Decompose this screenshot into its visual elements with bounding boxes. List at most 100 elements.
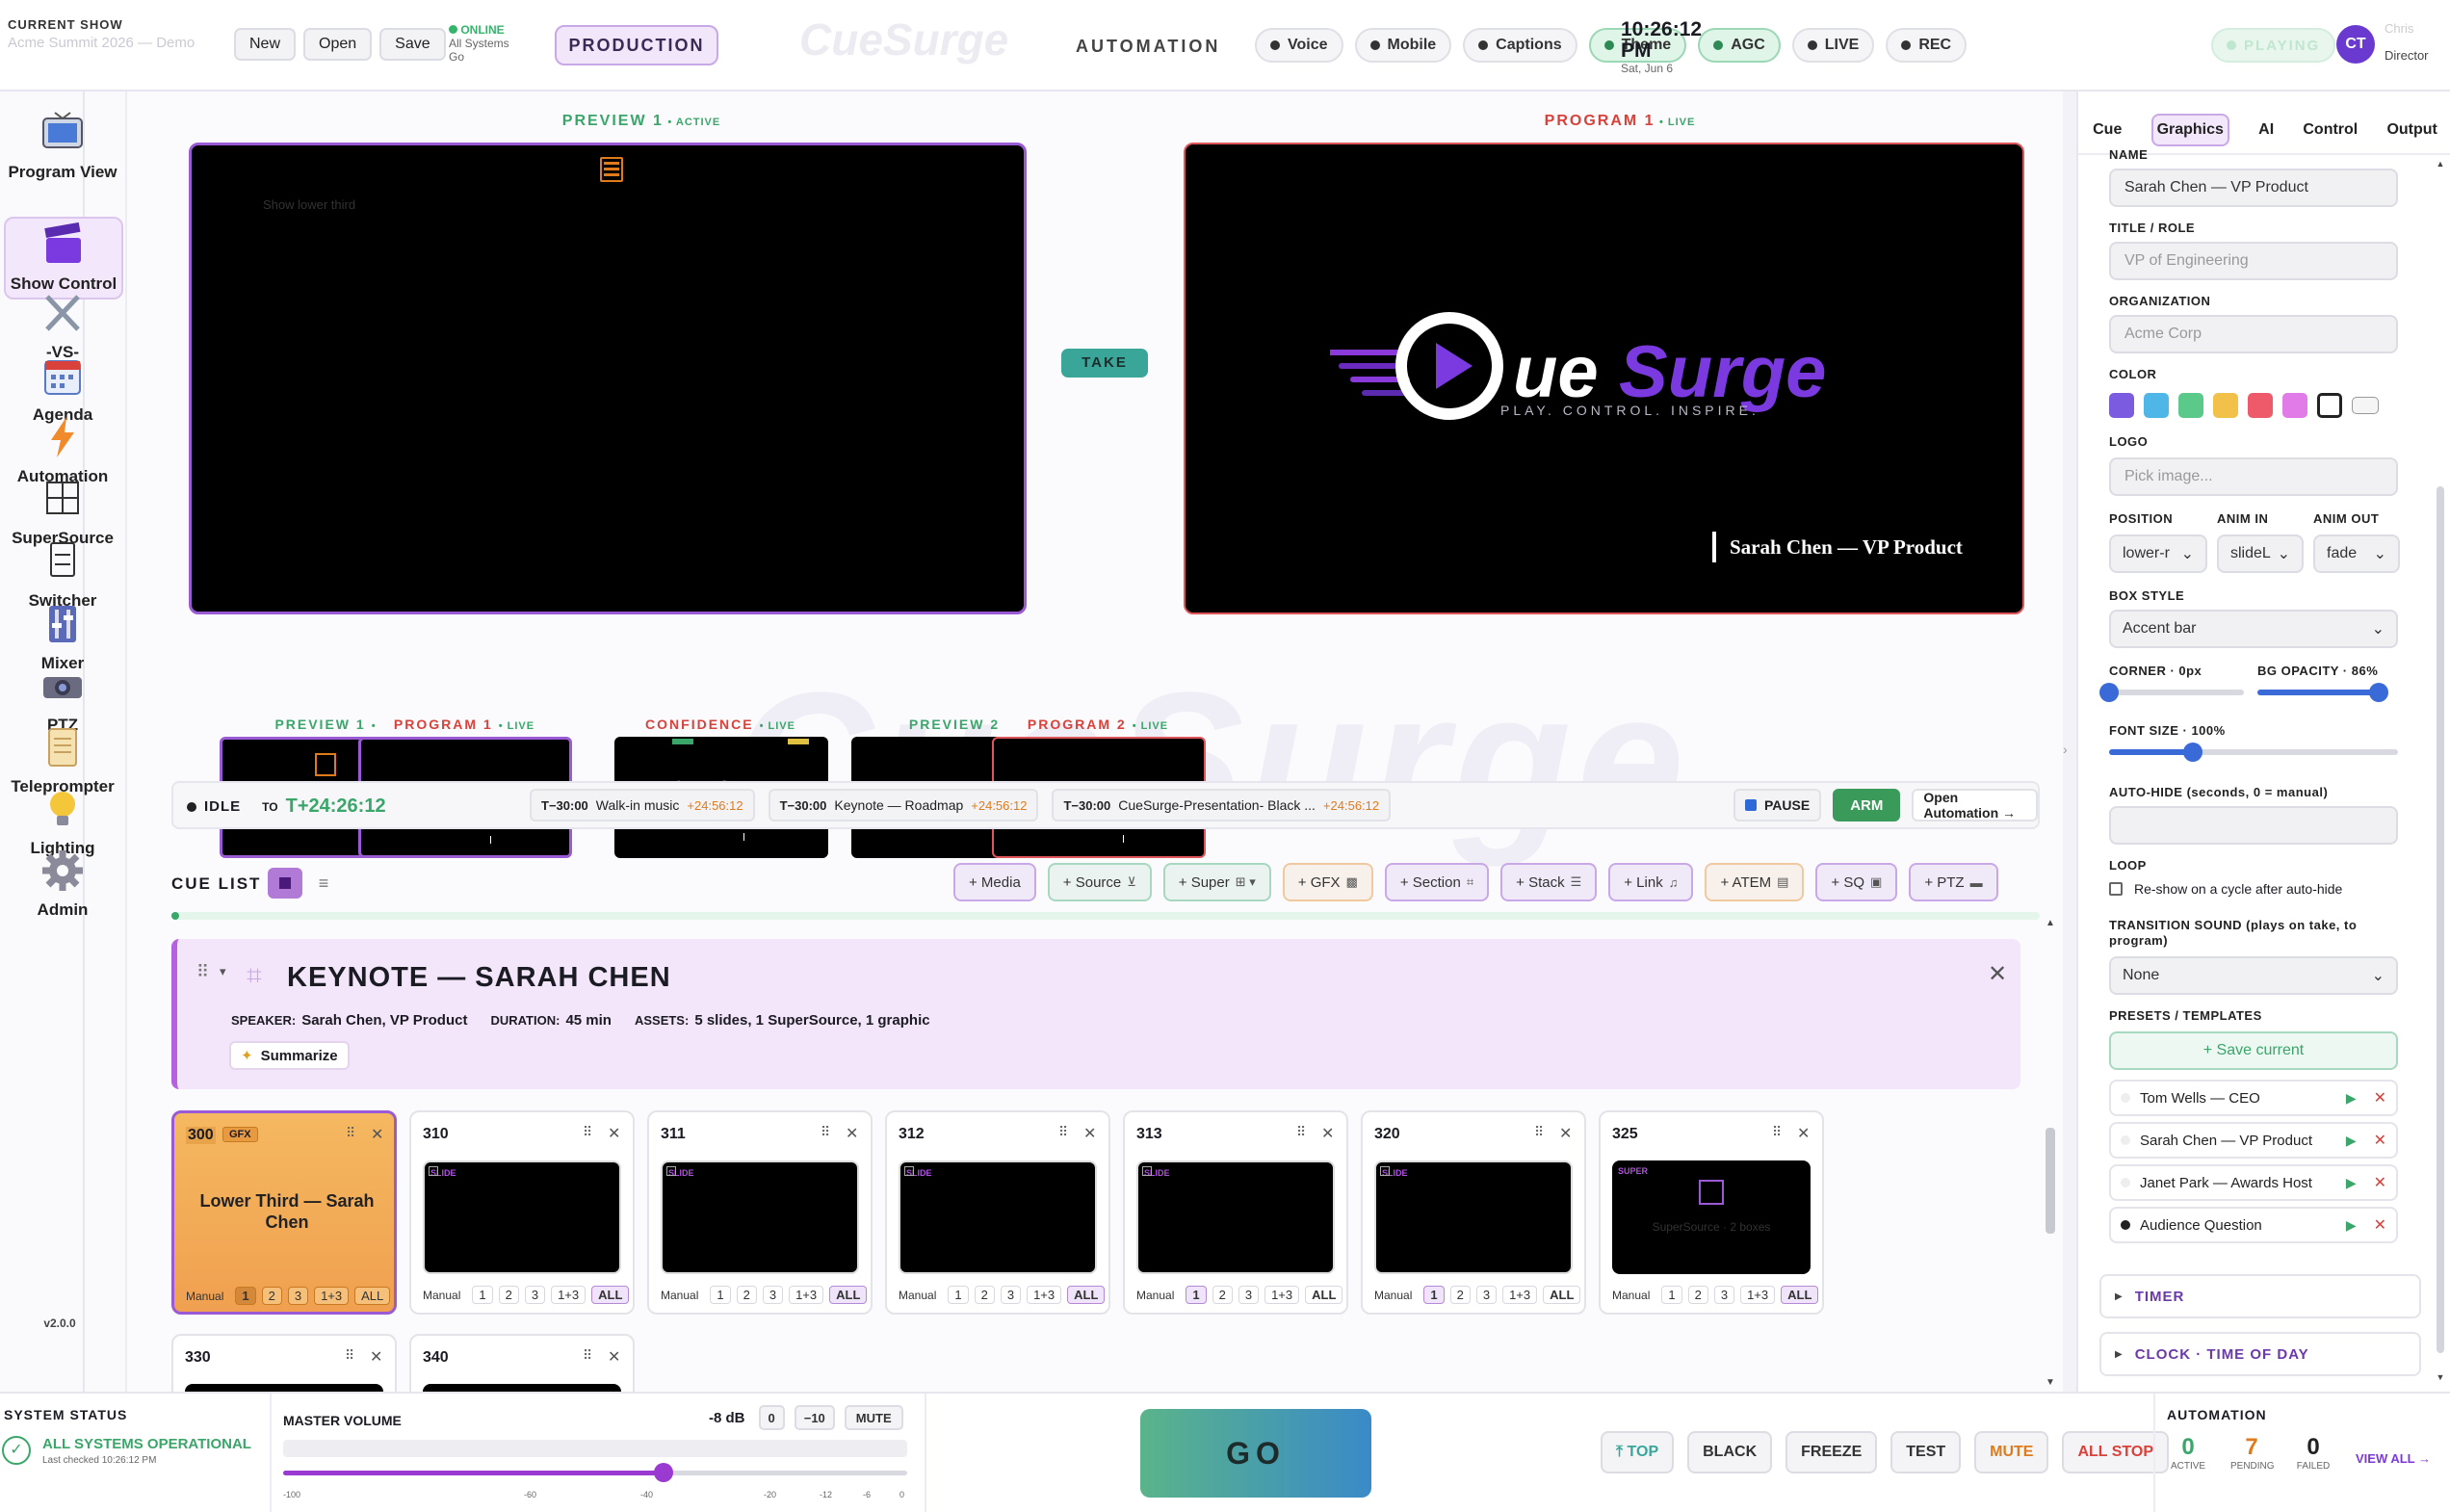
cue-card[interactable]: 325 ⠿ ✕ SUPER SuperSource · 2 boxes Manual 1 2 3… (1599, 1110, 1824, 1315)
add-gfx-button[interactable]: + GFX ▩ (1282, 863, 1373, 901)
add-ptz-button[interactable]: + PTZ ▬ (1909, 863, 1998, 901)
toggle-pill-1[interactable]: Mobile (1354, 28, 1452, 63)
delete-icon[interactable]: ✕ (2374, 1088, 2386, 1108)
opacity-slider-knob[interactable] (2369, 683, 2388, 702)
add-super-button[interactable]: + Super ⊞ ▾ (1162, 863, 1271, 901)
loop-checkbox[interactable] (2109, 882, 2123, 896)
preset-item[interactable]: Janet Park — Awards Host ▶ ✕ (2109, 1164, 2398, 1201)
drag-handle-icon[interactable]: ⠿ (583, 1124, 592, 1140)
scroll-up-icon[interactable]: ▲ (2044, 918, 2057, 928)
preset-item[interactable]: Sarah Chen — VP Product ▶ ✕ (2109, 1122, 2398, 1159)
cue-target-button[interactable]: 3 (1000, 1286, 1022, 1304)
cue-close-icon[interactable]: ✕ (608, 1347, 620, 1367)
font-size-slider-knob[interactable] (2183, 743, 2202, 762)
color-swatch[interactable] (2109, 393, 2134, 418)
add-source-button[interactable]: + Source ⊻ (1047, 863, 1152, 901)
program-monitor[interactable]: ue Surge PLAY. CONTROL. INSPIRE. Sarah C… (1184, 143, 2024, 614)
cue-mode-label[interactable]: Manual (1136, 1289, 1174, 1302)
cue-target-button[interactable]: ALL (1543, 1286, 1581, 1304)
font-size-slider[interactable] (2109, 743, 2398, 762)
scroll-down-icon[interactable]: ▼ (2044, 1377, 2057, 1388)
grid-view-button[interactable] (268, 868, 302, 899)
cue-target-button[interactable]: ALL (1067, 1286, 1106, 1304)
cue-target-button[interactable]: ALL (591, 1286, 630, 1304)
preset-item[interactable]: Tom Wells — CEO ▶ ✕ (2109, 1080, 2398, 1116)
autohide-input[interactable] (2109, 806, 2398, 845)
volume-zero-button[interactable]: 0 (758, 1405, 785, 1430)
sidebar-item-admin[interactable]: Admin (0, 848, 125, 920)
cue-target-button[interactable]: 1+3 (1502, 1286, 1538, 1304)
tab-graphics[interactable]: Graphics (2150, 114, 2229, 146)
master-mute-button[interactable]: MUTE (844, 1405, 903, 1430)
expand-right-icon[interactable]: › (2063, 742, 2068, 757)
color-swatch[interactable] (2144, 393, 2169, 418)
cue-target-button[interactable]: 2 (261, 1287, 282, 1305)
play-icon[interactable]: ▶ (2346, 1090, 2357, 1107)
tab-ai[interactable]: AI (2258, 121, 2274, 139)
show-name[interactable]: Acme Summit 2026 — Demo (8, 35, 200, 52)
new-button[interactable]: New (234, 28, 297, 61)
logo-picker[interactable]: Pick image... (2109, 457, 2398, 496)
cue-close-icon[interactable]: ✕ (1321, 1124, 1334, 1143)
cue-card[interactable]: 313 ⠿ ✕ SLIDE Manual 1 2 3 1+3 ALL (1123, 1110, 1348, 1315)
view-all-link[interactable]: VIEW ALL → (2356, 1451, 2431, 1466)
cue-target-button[interactable]: 1+3 (551, 1286, 586, 1304)
cue-mode-label[interactable]: Manual (899, 1289, 936, 1302)
anim-in-select[interactable]: slideL ⌄ (2217, 534, 2304, 573)
cue-close-icon[interactable]: ✕ (1559, 1124, 1572, 1143)
cue-card[interactable]: 300 GFX ⠿ ✕ Lower Third — Sarah Chen Manual 1 2… (171, 1110, 397, 1315)
delete-icon[interactable]: ✕ (2374, 1173, 2386, 1192)
anim-out-select[interactable]: fade ⌄ (2313, 534, 2400, 573)
cue-close-icon[interactable]: ✕ (846, 1124, 858, 1143)
add-section-button[interactable]: + Section ⌗ (1384, 863, 1490, 901)
cue-target-button[interactable]: ALL (1305, 1286, 1343, 1304)
cue-target-button[interactable]: 1+3 (1740, 1286, 1776, 1304)
cue-target-button[interactable]: 1 (472, 1286, 493, 1304)
toggle-pill-0[interactable]: Voice (1255, 28, 1343, 63)
cue-target-button[interactable]: 1 (235, 1287, 256, 1305)
cue-mode-label[interactable]: Manual (1612, 1289, 1650, 1302)
cue-scrollbar[interactable]: ▲ ▼ (2044, 918, 2057, 1388)
list-view-button[interactable]: ≡ (306, 868, 341, 899)
action-black-button[interactable]: BLACK (1687, 1431, 1773, 1473)
sidebar-item-teleprompter[interactable]: Teleprompter (0, 725, 125, 796)
save-current-button[interactable]: + Save current (2109, 1031, 2398, 1070)
add-stack-button[interactable]: + Stack ☰ (1500, 863, 1598, 901)
toggle-pill-6[interactable]: REC (1886, 28, 1968, 63)
cue-mode-label[interactable]: Manual (186, 1290, 223, 1303)
timeline-chip[interactable]: T−30:00 CueSurge-Presentation- Black ... +… (1052, 789, 1392, 821)
cue-target-button[interactable]: 2 (736, 1286, 757, 1304)
add-media-button[interactable]: + Media (953, 863, 1036, 901)
add-atem-button[interactable]: + ATEM ▤ (1705, 863, 1805, 901)
org-input[interactable]: Acme Corp (2109, 315, 2398, 353)
color-swatch[interactable] (2178, 393, 2203, 418)
scroll-up-icon[interactable]: ▲ (2435, 159, 2446, 169)
drag-handle-icon[interactable]: ⠿ (583, 1347, 592, 1364)
name-input[interactable]: Sarah Chen — VP Product (2109, 169, 2398, 207)
cue-close-icon[interactable]: ✕ (370, 1347, 382, 1367)
cue-target-button[interactable]: 1+3 (314, 1287, 350, 1305)
open-automation-button[interactable]: Open Automation → (1912, 789, 2038, 821)
color-swatch[interactable] (2213, 393, 2238, 418)
sidebar-item-lighting[interactable]: Lighting (0, 787, 125, 858)
sidebar-item-switcher[interactable]: Switcher (0, 539, 125, 611)
scroll-thumb[interactable] (2437, 486, 2444, 1353)
sidebar-item-supersource[interactable]: SuperSource (0, 477, 125, 548)
sidebar-item-agenda[interactable]: Agenda (0, 353, 125, 425)
cue-target-button[interactable]: 2 (974, 1286, 995, 1304)
volume-slider[interactable] (283, 1463, 907, 1482)
cue-close-icon[interactable]: ✕ (1797, 1124, 1810, 1143)
open-button[interactable]: Open (303, 28, 373, 61)
sidebar-item-ptz[interactable]: PTZ (0, 664, 125, 735)
preview-monitor[interactable]: Show lower third (189, 143, 1027, 614)
cue-target-button[interactable]: 2 (1687, 1286, 1708, 1304)
cue-target-button[interactable]: 1 (1661, 1286, 1682, 1304)
cue-close-icon[interactable]: ✕ (371, 1125, 383, 1144)
cue-target-button[interactable]: 3 (762, 1286, 784, 1304)
tab-control[interactable]: Control (2303, 121, 2358, 139)
sidebar-item-mixer[interactable]: Mixer (0, 602, 125, 673)
action-test-button[interactable]: TEST (1890, 1431, 1962, 1473)
toggle-pill-5[interactable]: LIVE (1791, 28, 1875, 63)
sidebar-item-vs[interactable]: -VS- (0, 291, 125, 362)
cue-target-button[interactable]: 3 (1713, 1286, 1735, 1304)
